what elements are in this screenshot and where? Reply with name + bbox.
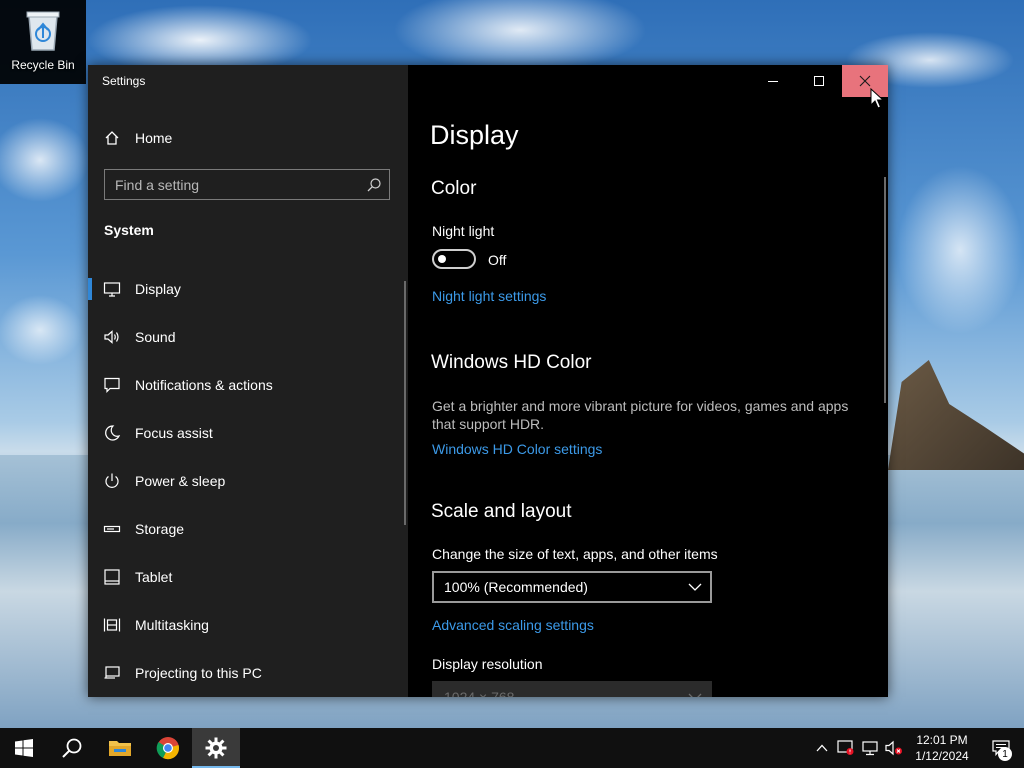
search-input[interactable] bbox=[105, 175, 366, 194]
network-icon bbox=[862, 741, 878, 756]
resolution-label: Display resolution bbox=[432, 656, 543, 672]
clock-time: 12:01 PM bbox=[916, 733, 968, 747]
clock-date: 1/12/2024 bbox=[915, 749, 969, 763]
settings-taskbar-button[interactable] bbox=[192, 728, 240, 768]
hd-color-settings-link[interactable]: Windows HD Color settings bbox=[432, 441, 602, 457]
color-heading: Color bbox=[431, 178, 477, 199]
search-icon bbox=[62, 738, 82, 758]
home-link[interactable]: Home bbox=[104, 126, 172, 150]
sidebar-item-label: Display bbox=[135, 281, 181, 297]
chevron-down-icon bbox=[688, 583, 702, 591]
sidebar-item-multitasking[interactable]: Multitasking bbox=[88, 601, 404, 649]
close-icon bbox=[859, 75, 871, 87]
recycle-bin-shortcut[interactable]: Recycle Bin bbox=[0, 0, 86, 84]
show-hidden-icons-button[interactable] bbox=[810, 728, 834, 768]
advanced-scaling-link[interactable]: Advanced scaling settings bbox=[432, 617, 594, 633]
sidebar-nav: Display Sound Notifications & actions Fo… bbox=[88, 265, 404, 697]
recycle-bin-icon bbox=[26, 11, 60, 51]
network-tray-button[interactable] bbox=[858, 728, 882, 768]
sidebar-item-label: Focus assist bbox=[135, 425, 213, 441]
search-icon bbox=[367, 177, 381, 191]
moon-icon bbox=[103, 424, 121, 442]
windows-logo-icon bbox=[15, 739, 33, 757]
file-explorer-button[interactable] bbox=[96, 728, 144, 768]
power-icon bbox=[103, 472, 121, 490]
caption-buttons bbox=[750, 65, 888, 97]
maximize-icon bbox=[814, 76, 824, 86]
sidebar-item-label: Multitasking bbox=[135, 617, 209, 633]
sidebar-item-label: Tablet bbox=[135, 569, 173, 585]
volume-tray-button[interactable] bbox=[882, 728, 906, 768]
sidebar-item-label: Storage bbox=[135, 521, 185, 537]
mouse-cursor-icon bbox=[870, 88, 884, 109]
section-label-system: System bbox=[104, 222, 154, 238]
night-light-state: Off bbox=[488, 252, 507, 268]
sidebar-item-label: Projecting to this PC bbox=[135, 665, 262, 681]
sidebar-scrollbar[interactable] bbox=[404, 281, 406, 525]
monitor-icon bbox=[103, 280, 121, 298]
home-label: Home bbox=[135, 130, 173, 146]
sidebar-item-tablet[interactable]: Tablet bbox=[88, 553, 404, 601]
scale-label: Change the size of text, apps, and other… bbox=[432, 546, 718, 562]
taskbar-search-button[interactable] bbox=[48, 728, 96, 768]
hd-color-heading: Windows HD Color bbox=[431, 352, 592, 373]
content-scrollbar[interactable] bbox=[884, 177, 886, 403]
start-button[interactable] bbox=[0, 728, 48, 768]
sidebar-item-sound[interactable]: Sound bbox=[88, 313, 404, 361]
sidebar-item-label: Sound bbox=[135, 329, 176, 345]
chevron-up-icon bbox=[816, 744, 828, 752]
home-icon bbox=[105, 131, 119, 145]
sidebar-item-label: Notifications & actions bbox=[135, 377, 273, 393]
gear-icon bbox=[205, 737, 227, 759]
search-box[interactable] bbox=[104, 169, 390, 200]
page-title: Display bbox=[430, 120, 519, 150]
minimize-button[interactable] bbox=[750, 65, 796, 97]
sidebar-item-focus-assist[interactable]: Focus assist bbox=[88, 409, 404, 457]
window-title: Settings bbox=[102, 74, 146, 88]
resolution-dropdown[interactable]: 1024 × 768 bbox=[432, 681, 712, 697]
scale-dropdown[interactable]: 100% (Recommended) bbox=[432, 571, 712, 603]
minimize-icon bbox=[768, 81, 778, 82]
hd-color-description: Get a brighter and more vibrant picture … bbox=[432, 398, 849, 432]
chrome-button[interactable] bbox=[144, 728, 192, 768]
sidebar-item-power-sleep[interactable]: Power & sleep bbox=[88, 457, 404, 505]
tablet-icon bbox=[103, 568, 121, 586]
maximize-button[interactable] bbox=[796, 65, 842, 97]
sidebar-item-label: Power & sleep bbox=[135, 473, 226, 489]
toggle-knob bbox=[438, 255, 446, 263]
security-alert-icon bbox=[837, 740, 854, 755]
night-light-toggle[interactable] bbox=[432, 249, 476, 269]
scale-dropdown-value: 100% (Recommended) bbox=[444, 579, 588, 595]
scale-heading: Scale and layout bbox=[431, 501, 572, 522]
system-tray: 12:01 PM 1/12/2024 1 bbox=[810, 728, 1024, 768]
projector-icon bbox=[103, 664, 121, 682]
multitasking-icon bbox=[103, 616, 121, 634]
night-light-settings-link[interactable]: Night light settings bbox=[432, 288, 546, 304]
sidebar-item-notifications[interactable]: Notifications & actions bbox=[88, 361, 404, 409]
notification-count-badge: 1 bbox=[998, 747, 1012, 761]
sidebar-item-storage[interactable]: Storage bbox=[88, 505, 404, 553]
sidebar-item-projecting[interactable]: Projecting to this PC bbox=[88, 649, 404, 697]
recycle-bin-label: Recycle Bin bbox=[11, 58, 75, 72]
taskbar-clock[interactable]: 12:01 PM 1/12/2024 bbox=[906, 732, 978, 764]
taskbar: 12:01 PM 1/12/2024 1 bbox=[0, 728, 1024, 768]
sidebar-item-display[interactable]: Display bbox=[88, 265, 404, 313]
volume-muted-icon bbox=[885, 740, 902, 756]
security-tray-button[interactable] bbox=[834, 728, 858, 768]
chrome-icon bbox=[156, 737, 179, 760]
speaker-icon bbox=[103, 328, 121, 346]
resolution-dropdown-value: 1024 × 768 bbox=[444, 689, 515, 697]
folder-icon bbox=[109, 741, 131, 756]
sidebar: Settings Home System Display bbox=[88, 65, 408, 697]
settings-window: Settings Home System Display bbox=[88, 65, 888, 697]
night-light-label: Night light bbox=[432, 223, 495, 239]
notification-icon bbox=[103, 376, 121, 394]
chevron-down-icon bbox=[688, 693, 702, 697]
action-center-button[interactable]: 1 bbox=[978, 728, 1024, 768]
content-pane: Display Color Night light Off Night ligh… bbox=[408, 65, 888, 697]
storage-icon bbox=[103, 520, 121, 538]
